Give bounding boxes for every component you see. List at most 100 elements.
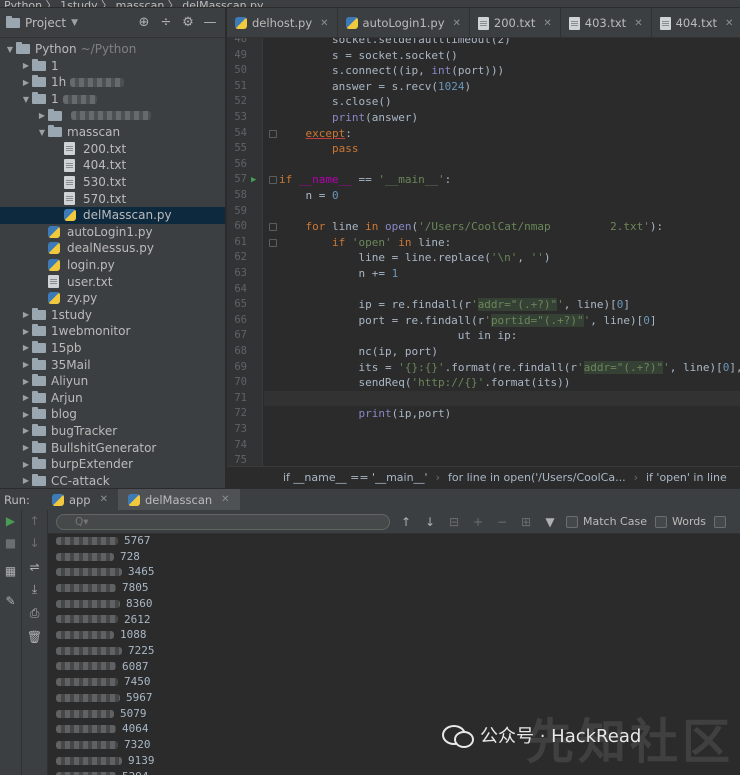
match-case-checkbox[interactable]: Match Case <box>566 515 647 528</box>
collapsed-arrow-icon[interactable]: ▶ <box>20 78 32 87</box>
line-number[interactable]: 50 <box>227 63 247 79</box>
tree-item[interactable]: ▶ 15pb <box>0 340 225 357</box>
collapsed-arrow-icon[interactable]: ▶ <box>20 410 32 419</box>
trash-icon[interactable]: 🗑 <box>22 630 47 644</box>
expanded-arrow-icon[interactable]: ▼ <box>4 45 16 54</box>
stop-icon[interactable]: ■ <box>0 536 21 550</box>
arrow-down-icon[interactable]: ↓ <box>422 515 438 529</box>
line-number[interactable]: 75 <box>227 453 247 466</box>
tree-item[interactable]: 404.txt <box>0 157 225 174</box>
collapsed-arrow-icon[interactable]: ▶ <box>20 61 32 70</box>
select-all-icon[interactable]: ⊞ <box>518 515 534 529</box>
line-number[interactable]: 48 <box>227 38 247 48</box>
add-occurrence-icon[interactable]: + <box>470 515 486 529</box>
print-icon[interactable]: ⎙ <box>22 606 47 621</box>
tree-item[interactable]: dealNessus.py <box>0 240 225 257</box>
line-number[interactable]: 74 <box>227 438 247 454</box>
close-icon[interactable]: ✕ <box>453 18 461 29</box>
collapsed-arrow-icon[interactable]: ▶ <box>20 443 32 452</box>
editor-tab[interactable]: 404.txt ✕ <box>652 8 740 37</box>
run-tab[interactable]: app ✕ <box>42 489 118 511</box>
fold-marker-icon[interactable] <box>269 129 277 138</box>
tree-item[interactable]: ▶ BullshitGenerator <box>0 439 225 456</box>
tree-item[interactable]: ▶ 1h <box>0 74 225 91</box>
line-number[interactable]: 64 <box>227 282 247 298</box>
tree-item[interactable]: 570.txt <box>0 190 225 207</box>
line-number[interactable]: 62 <box>227 250 247 266</box>
line-number[interactable]: 54 <box>227 126 247 142</box>
layout-icon[interactable]: ▦ <box>0 564 21 578</box>
arrow-up-icon[interactable]: ↑ <box>398 515 414 529</box>
editor-tab[interactable]: autoLogin1.py ✕ <box>338 8 470 37</box>
collapsed-arrow-icon[interactable]: ▶ <box>20 310 32 319</box>
line-number[interactable]: 69 <box>227 360 247 376</box>
code-breadcrumb-item[interactable]: if 'open' in line <box>646 471 727 484</box>
tree-item[interactable]: ▶ bugTracker <box>0 423 225 440</box>
fold-marker-icon[interactable] <box>269 176 277 185</box>
line-number[interactable]: 73 <box>227 422 247 438</box>
run-gutter-icon[interactable]: ▶ <box>251 175 256 185</box>
words-checkbox[interactable]: Words <box>654 515 706 528</box>
run-tab[interactable]: delMasscan ✕ <box>117 488 240 511</box>
close-icon[interactable]: ✕ <box>543 18 551 29</box>
regex-checkbox[interactable] <box>714 515 726 528</box>
scroll-to-end-icon[interactable]: ⤓ <box>22 582 47 597</box>
close-icon[interactable]: ✕ <box>634 18 642 29</box>
down-arrow-icon[interactable]: ↓ <box>22 536 47 550</box>
regex-box[interactable] <box>714 515 726 528</box>
line-number[interactable]: 72 <box>227 406 247 422</box>
collapsed-arrow-icon[interactable]: ▶ <box>20 393 32 402</box>
tree-item[interactable]: login.py <box>0 257 225 274</box>
collapsed-arrow-icon[interactable]: ▶ <box>20 476 32 485</box>
hide-icon[interactable]: — <box>201 15 219 30</box>
editor-tab[interactable]: delhost.py ✕ <box>227 8 338 37</box>
line-number[interactable]: 66 <box>227 313 247 329</box>
console-search-input[interactable] <box>56 513 390 530</box>
tree-item[interactable]: delMasscan.py <box>0 206 225 224</box>
gear-icon[interactable]: ⚙ <box>179 15 197 30</box>
tree-item[interactable]: zy.py <box>0 290 225 307</box>
line-number[interactable]: 59 <box>227 204 247 220</box>
line-number[interactable]: 65 <box>227 297 247 313</box>
project-view-selector[interactable]: Project ▼ <box>6 15 78 30</box>
tree-item[interactable]: ▼ 1 <box>0 91 225 108</box>
filter-icon[interactable]: ▼ <box>542 515 558 529</box>
tree-item[interactable]: ▶ 35Mail <box>0 356 225 373</box>
fold-marker-icon[interactable] <box>269 238 277 247</box>
collapsed-arrow-icon[interactable]: ▶ <box>20 426 32 435</box>
tree-item[interactable]: ▼ masscan <box>0 124 225 141</box>
line-number[interactable]: 61 <box>227 235 247 251</box>
line-number[interactable]: 67 <box>227 328 247 344</box>
pin-icon[interactable]: ✎ <box>0 594 21 608</box>
collapsed-arrow-icon[interactable]: ▶ <box>36 111 48 120</box>
editor-tab[interactable]: 200.txt ✕ <box>470 8 561 37</box>
line-number[interactable]: 49 <box>227 48 247 64</box>
collapsed-arrow-icon[interactable]: ▶ <box>20 343 32 352</box>
expanded-arrow-icon[interactable]: ▼ <box>20 95 32 104</box>
expanded-arrow-icon[interactable]: ▼ <box>36 128 48 137</box>
tree-item[interactable]: ▶ <box>0 107 225 124</box>
line-number[interactable]: 57 <box>227 172 247 188</box>
collapsed-arrow-icon[interactable]: ▶ <box>20 327 32 336</box>
collapsed-arrow-icon[interactable]: ▶ <box>20 377 32 386</box>
close-icon[interactable]: ✕ <box>100 494 108 505</box>
tree-item[interactable]: ▶ 1 <box>0 58 225 75</box>
code-editor[interactable]: 48 49 50 51 52 53 54 55 56 57 ▶ 58 59 60 61 62 63 64 65 66 6… <box>227 38 740 466</box>
code-breadcrumb-item[interactable]: if __name__ == '__main__' <box>283 471 428 484</box>
editor-tab[interactable]: 403.txt ✕ <box>561 8 652 37</box>
close-icon[interactable]: ✕ <box>725 18 733 29</box>
tree-item[interactable]: user.txt <box>0 273 225 290</box>
tree-item[interactable]: autoLogin1.py <box>0 224 225 241</box>
fold-marker-icon[interactable] <box>269 223 277 232</box>
collapsed-arrow-icon[interactable]: ▶ <box>20 360 32 369</box>
line-number[interactable]: 68 <box>227 344 247 360</box>
tree-item[interactable]: ▶ burpExtender <box>0 456 225 473</box>
line-number[interactable]: 52 <box>227 94 247 110</box>
rerun-icon[interactable]: ▶ <box>0 514 21 528</box>
remove-occurrence-icon[interactable]: − <box>494 515 510 529</box>
line-number[interactable]: 56 <box>227 157 247 173</box>
collapse-all-icon[interactable]: ÷ <box>157 15 175 30</box>
tree-item[interactable]: ▶ blog <box>0 406 225 423</box>
collapsed-arrow-icon[interactable]: ▶ <box>20 460 32 469</box>
tree-item[interactable]: ▶ 1webmonitor <box>0 323 225 340</box>
